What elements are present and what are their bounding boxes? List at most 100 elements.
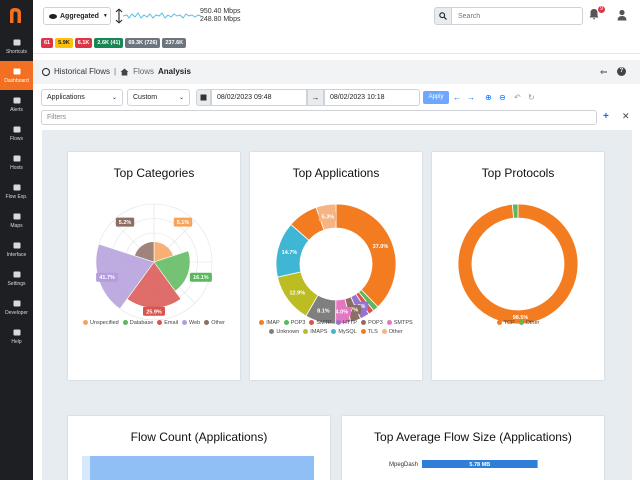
zoom-out-icon[interactable]: ⊖ (499, 93, 506, 102)
ntop-logo[interactable] (6, 5, 26, 25)
sidebar-item-alerts[interactable]: Alerts (0, 90, 33, 119)
help-icon[interactable]: ? (617, 67, 626, 76)
calendar-button[interactable] (196, 89, 211, 106)
legend-swatch (360, 328, 366, 334)
data-label: 5.3% (318, 212, 338, 222)
search-input[interactable] (452, 7, 583, 25)
breadcrumb-flows[interactable]: Flows (133, 67, 154, 76)
sidebar-item-flow-exp[interactable]: Flow Exp. (0, 177, 33, 206)
analysis-select-value: Applications (47, 94, 85, 101)
legend-item[interactable]: POP3 (361, 319, 383, 328)
legend-label: MySQL (338, 329, 357, 335)
search-button[interactable] (434, 7, 452, 25)
arrow-left-icon[interactable]: ← (453, 93, 461, 102)
data-label: 12.9% (286, 287, 309, 297)
legend-swatch (303, 328, 309, 334)
svg-text:5.3%: 5.3% (322, 215, 335, 221)
apply-button[interactable]: Apply (423, 91, 449, 104)
stack-icon (13, 126, 20, 133)
top-bar: Aggregated ▼ 950.40 Mbps 248.80 Mbps 9 6… (33, 0, 640, 54)
legend-item[interactable]: SMTPS (386, 319, 413, 328)
add-filter-icon[interactable]: + (603, 111, 609, 122)
legend-swatch (204, 319, 210, 325)
close-icon[interactable]: ✕ (622, 111, 630, 122)
sidebar-item-settings[interactable]: Settings (0, 264, 33, 293)
legend-item[interactable]: Unknown (269, 328, 299, 337)
sidebar-item-hosts[interactable]: Hosts (0, 148, 33, 177)
sidebar-item-maps[interactable]: Maps (0, 206, 33, 235)
legend-swatch (335, 319, 341, 325)
status-badge[interactable]: 237.6K (162, 38, 187, 48)
breadcrumb-current: Analysis (157, 67, 191, 76)
breadcrumb-bar: Historical Flows | Flows Analysis ⇐ ? (33, 60, 640, 84)
legend-item[interactable]: Other (204, 319, 225, 328)
status-badge[interactable]: 69.3K (726) (125, 38, 161, 48)
legend-item[interactable]: Unspecified (82, 319, 119, 328)
legend-label: IMAPS (310, 329, 328, 335)
notifications-button[interactable]: 9 (588, 6, 605, 22)
pie-slice[interactable] (335, 203, 397, 308)
interface-select[interactable]: Aggregated ▼ (43, 7, 111, 25)
sidebar-item-shortcuts[interactable]: Shortcuts (0, 32, 33, 61)
legend-item[interactable]: SMTP (309, 319, 332, 328)
breadcrumb-section[interactable]: Historical Flows (54, 67, 110, 76)
ethernet-icon (13, 242, 20, 249)
sidebar-nav: Shortcuts Dashboard Alerts Flows Hosts Flow E… (0, 32, 33, 351)
date-from-input[interactable]: 08/02/2023 09:48 (211, 89, 307, 106)
sidebar-item-help[interactable]: Help (0, 322, 33, 351)
gear-icon (13, 271, 20, 278)
status-badge[interactable]: 2.6K (41) (94, 38, 124, 48)
filters-input[interactable]: Filters (41, 110, 597, 125)
status-badge[interactable]: 6.1K (74, 38, 93, 48)
eye-icon (49, 13, 57, 19)
legend-label: Web (189, 320, 201, 326)
sidebar-item-flows[interactable]: Flows (0, 119, 33, 148)
svg-text:8.1%: 8.1% (317, 308, 330, 314)
legend-item[interactable]: Other (518, 319, 540, 328)
data-label: 14.7% (278, 247, 301, 257)
legend-label: POP3 (290, 320, 306, 326)
legend-item[interactable]: MySQL (331, 328, 357, 337)
card-avg-flow-size: Top Average Flow Size (Applications) Mpe… (342, 416, 604, 480)
interface-name: Aggregated (60, 12, 99, 20)
sidebar-item-label: Alerts (10, 107, 23, 113)
legend-item[interactable]: Other (381, 328, 403, 337)
legend-item[interactable]: Web (182, 319, 200, 328)
user-icon[interactable] (616, 9, 628, 21)
arrow-right-icon[interactable]: → (467, 93, 475, 102)
legend-item[interactable]: Database (122, 319, 153, 328)
pie-slice[interactable] (457, 203, 579, 325)
throughput-sparkline (123, 12, 202, 19)
status-badge[interactable]: 61 (41, 38, 54, 48)
analysis-select[interactable]: Applications ⌄ (41, 89, 123, 106)
legend-label: Other (211, 320, 226, 326)
status-badge[interactable]: 5.9K (55, 38, 73, 48)
refresh-icon[interactable]: ↻ (528, 93, 535, 102)
date-to-input[interactable]: 08/02/2023 10:18 (324, 89, 420, 106)
legend-label: Other (525, 320, 540, 326)
sidebar-item-dashboard[interactable]: Dashboard (0, 61, 33, 90)
period-select-value: Custom (133, 94, 158, 101)
legend-item[interactable]: HTTP (335, 319, 357, 328)
zoom-in-icon[interactable]: ⊕ (485, 93, 492, 102)
undo-icon[interactable]: ↶ (514, 93, 521, 102)
legend-swatch (122, 319, 128, 325)
legend-item[interactable]: TCP (496, 319, 515, 328)
legend-item[interactable]: Email (157, 319, 178, 328)
sidebar-item-developer[interactable]: Developer (0, 293, 33, 322)
bar-category-label: MpegDash (389, 462, 418, 468)
legend-label: Other (388, 329, 403, 335)
period-select[interactable]: Custom ⌄ (127, 89, 190, 106)
code-icon (13, 300, 20, 307)
sidebar-item-label: Shortcuts (5, 49, 28, 55)
legend-item[interactable]: TLS (360, 328, 378, 337)
throughput-down: 248.80 Mbps (200, 16, 241, 23)
legend-item[interactable]: IMAPS (303, 328, 327, 337)
legend-item[interactable]: POP3 (283, 319, 306, 328)
sidebar-item-interface[interactable]: Interface (0, 235, 33, 264)
back-arrow-icon[interactable]: ⇐ (600, 67, 608, 78)
data-label: 5.1% (173, 217, 193, 227)
legend-item[interactable]: IMAP (259, 319, 280, 328)
data-label: 41.7% (96, 272, 119, 282)
pie-slice[interactable] (511, 203, 519, 219)
